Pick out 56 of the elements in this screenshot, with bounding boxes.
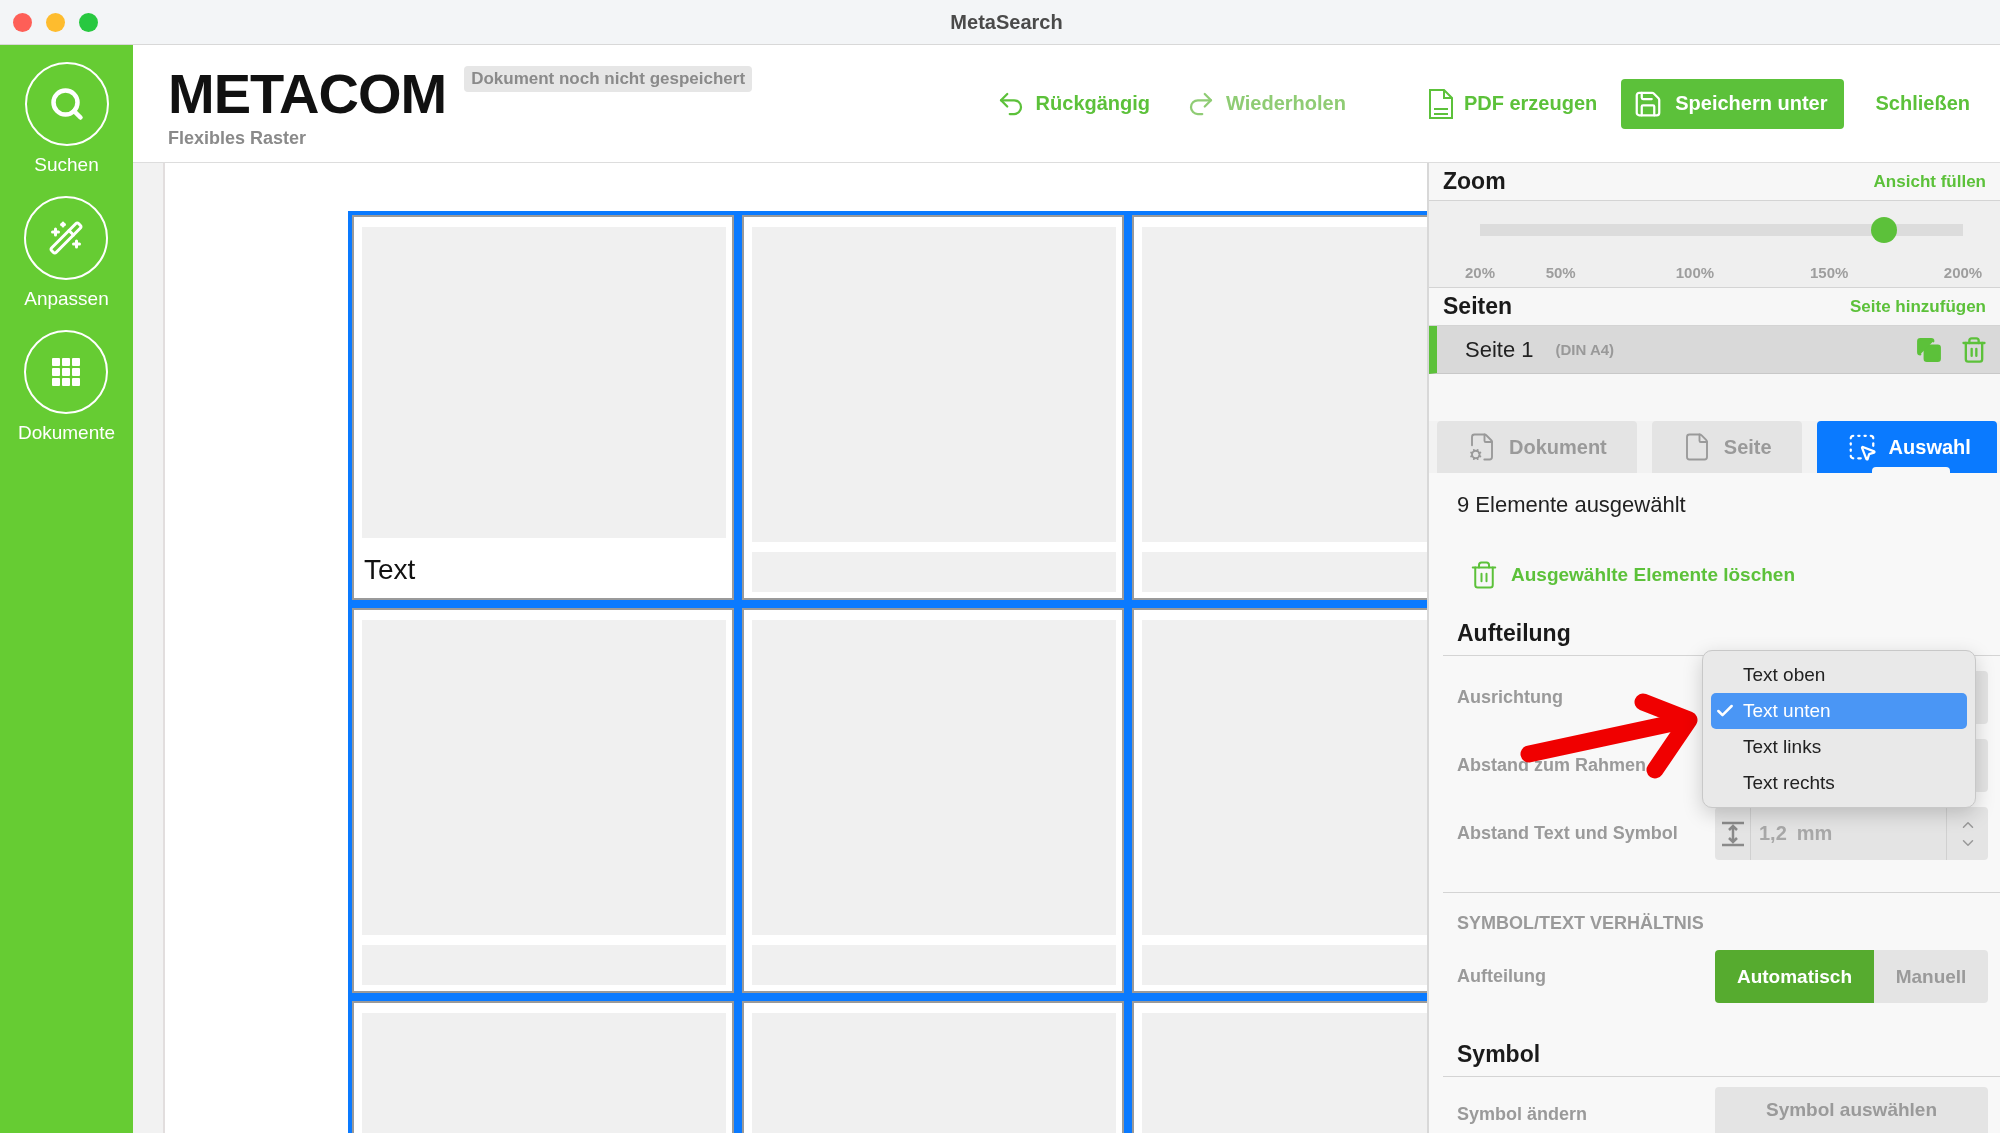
- save-as-button[interactable]: Speichern unter: [1621, 78, 1844, 129]
- cell-caption: Text: [363, 553, 417, 587]
- spacing-icon: [1719, 819, 1746, 848]
- fit-view-link[interactable]: Ansicht füllen: [1873, 171, 1986, 192]
- delete-selection-link[interactable]: Ausgewählte Elemente löschen: [1469, 560, 1796, 590]
- tick-label: 200%: [1943, 264, 1983, 282]
- page-format: (DIN A4): [1555, 341, 1615, 359]
- status-badge: Dokument noch nicht gespeichert: [464, 66, 753, 92]
- page-name: Seite 1: [1465, 336, 1534, 363]
- tick-label: 100%: [1675, 264, 1715, 282]
- grid-icon: [52, 358, 81, 386]
- logo: METACOM: [168, 66, 447, 122]
- magic-wand-icon: [48, 220, 85, 256]
- number-field[interactable]: 1,2 mm: [1715, 807, 1988, 860]
- menu-item[interactable]: Text oben: [1711, 657, 1967, 693]
- window-title: MetaSearch: [950, 10, 1063, 34]
- field-label: Aufteilung: [1457, 966, 1547, 987]
- field-label: Abstand Text und Symbol: [1457, 823, 1679, 844]
- close-button[interactable]: Schließen: [1869, 84, 1976, 123]
- section-title: SYMBOL/TEXT VERHÄLTNIS: [1443, 892, 2000, 934]
- tab[interactable]: Auswahl: [1816, 421, 1997, 473]
- segment-option[interactable]: Manuell: [1874, 950, 1988, 1003]
- pdf-button[interactable]: PDF erzeugen: [1421, 79, 1604, 128]
- document-icon: [1427, 87, 1454, 120]
- trash-icon[interactable]: [1960, 335, 1988, 364]
- tick-label: 50%: [1545, 264, 1576, 282]
- field-value: 1,2: [1759, 822, 1787, 845]
- zoom-window-button[interactable]: [79, 12, 98, 32]
- menu-item[interactable]: Text unten: [1711, 693, 1967, 729]
- tick-label: 20%: [1465, 264, 1495, 282]
- section-title: Zoom: [1443, 168, 1506, 196]
- field-label: Symbol ändern: [1457, 1104, 1589, 1126]
- undo-button[interactable]: Rückgängig: [989, 80, 1157, 127]
- tick-label: 150%: [1810, 264, 1849, 282]
- section-title: Seiten: [1443, 293, 1513, 321]
- page-row[interactable]: Seite 1 (DIN A4): [1429, 326, 2000, 374]
- add-page-link[interactable]: Seite hinzufügen: [1850, 296, 1986, 317]
- section-title: Symbol: [1443, 1041, 2000, 1077]
- grid-cell[interactable]: Text: [348, 211, 738, 604]
- field-label: Ausrichtung: [1457, 687, 1564, 708]
- tab[interactable]: Seite: [1651, 421, 1802, 473]
- menu-item[interactable]: Text rechts: [1711, 765, 1967, 801]
- selection-count: 9 Elemente ausgewählt: [1456, 491, 1687, 519]
- duplicate-icon[interactable]: [1916, 336, 1942, 363]
- slider-thumb[interactable]: [1871, 217, 1898, 244]
- document-subtitle: Flexibles Raster: [168, 128, 308, 149]
- segment-option[interactable]: Automatisch: [1715, 950, 1874, 1003]
- choose-symbol-button[interactable]: Symbol auswählen: [1715, 1087, 1988, 1133]
- field-unit: mm: [1796, 822, 1833, 845]
- close-window-button[interactable]: [13, 12, 32, 32]
- search-icon: [48, 86, 85, 122]
- menu-item[interactable]: Text links: [1711, 729, 1967, 765]
- tab[interactable]: Dokument: [1437, 421, 1637, 473]
- field-label: Abstand zum Rahmen: [1457, 755, 1648, 776]
- trash-icon: [1469, 560, 1499, 590]
- minimize-window-button[interactable]: [46, 12, 65, 32]
